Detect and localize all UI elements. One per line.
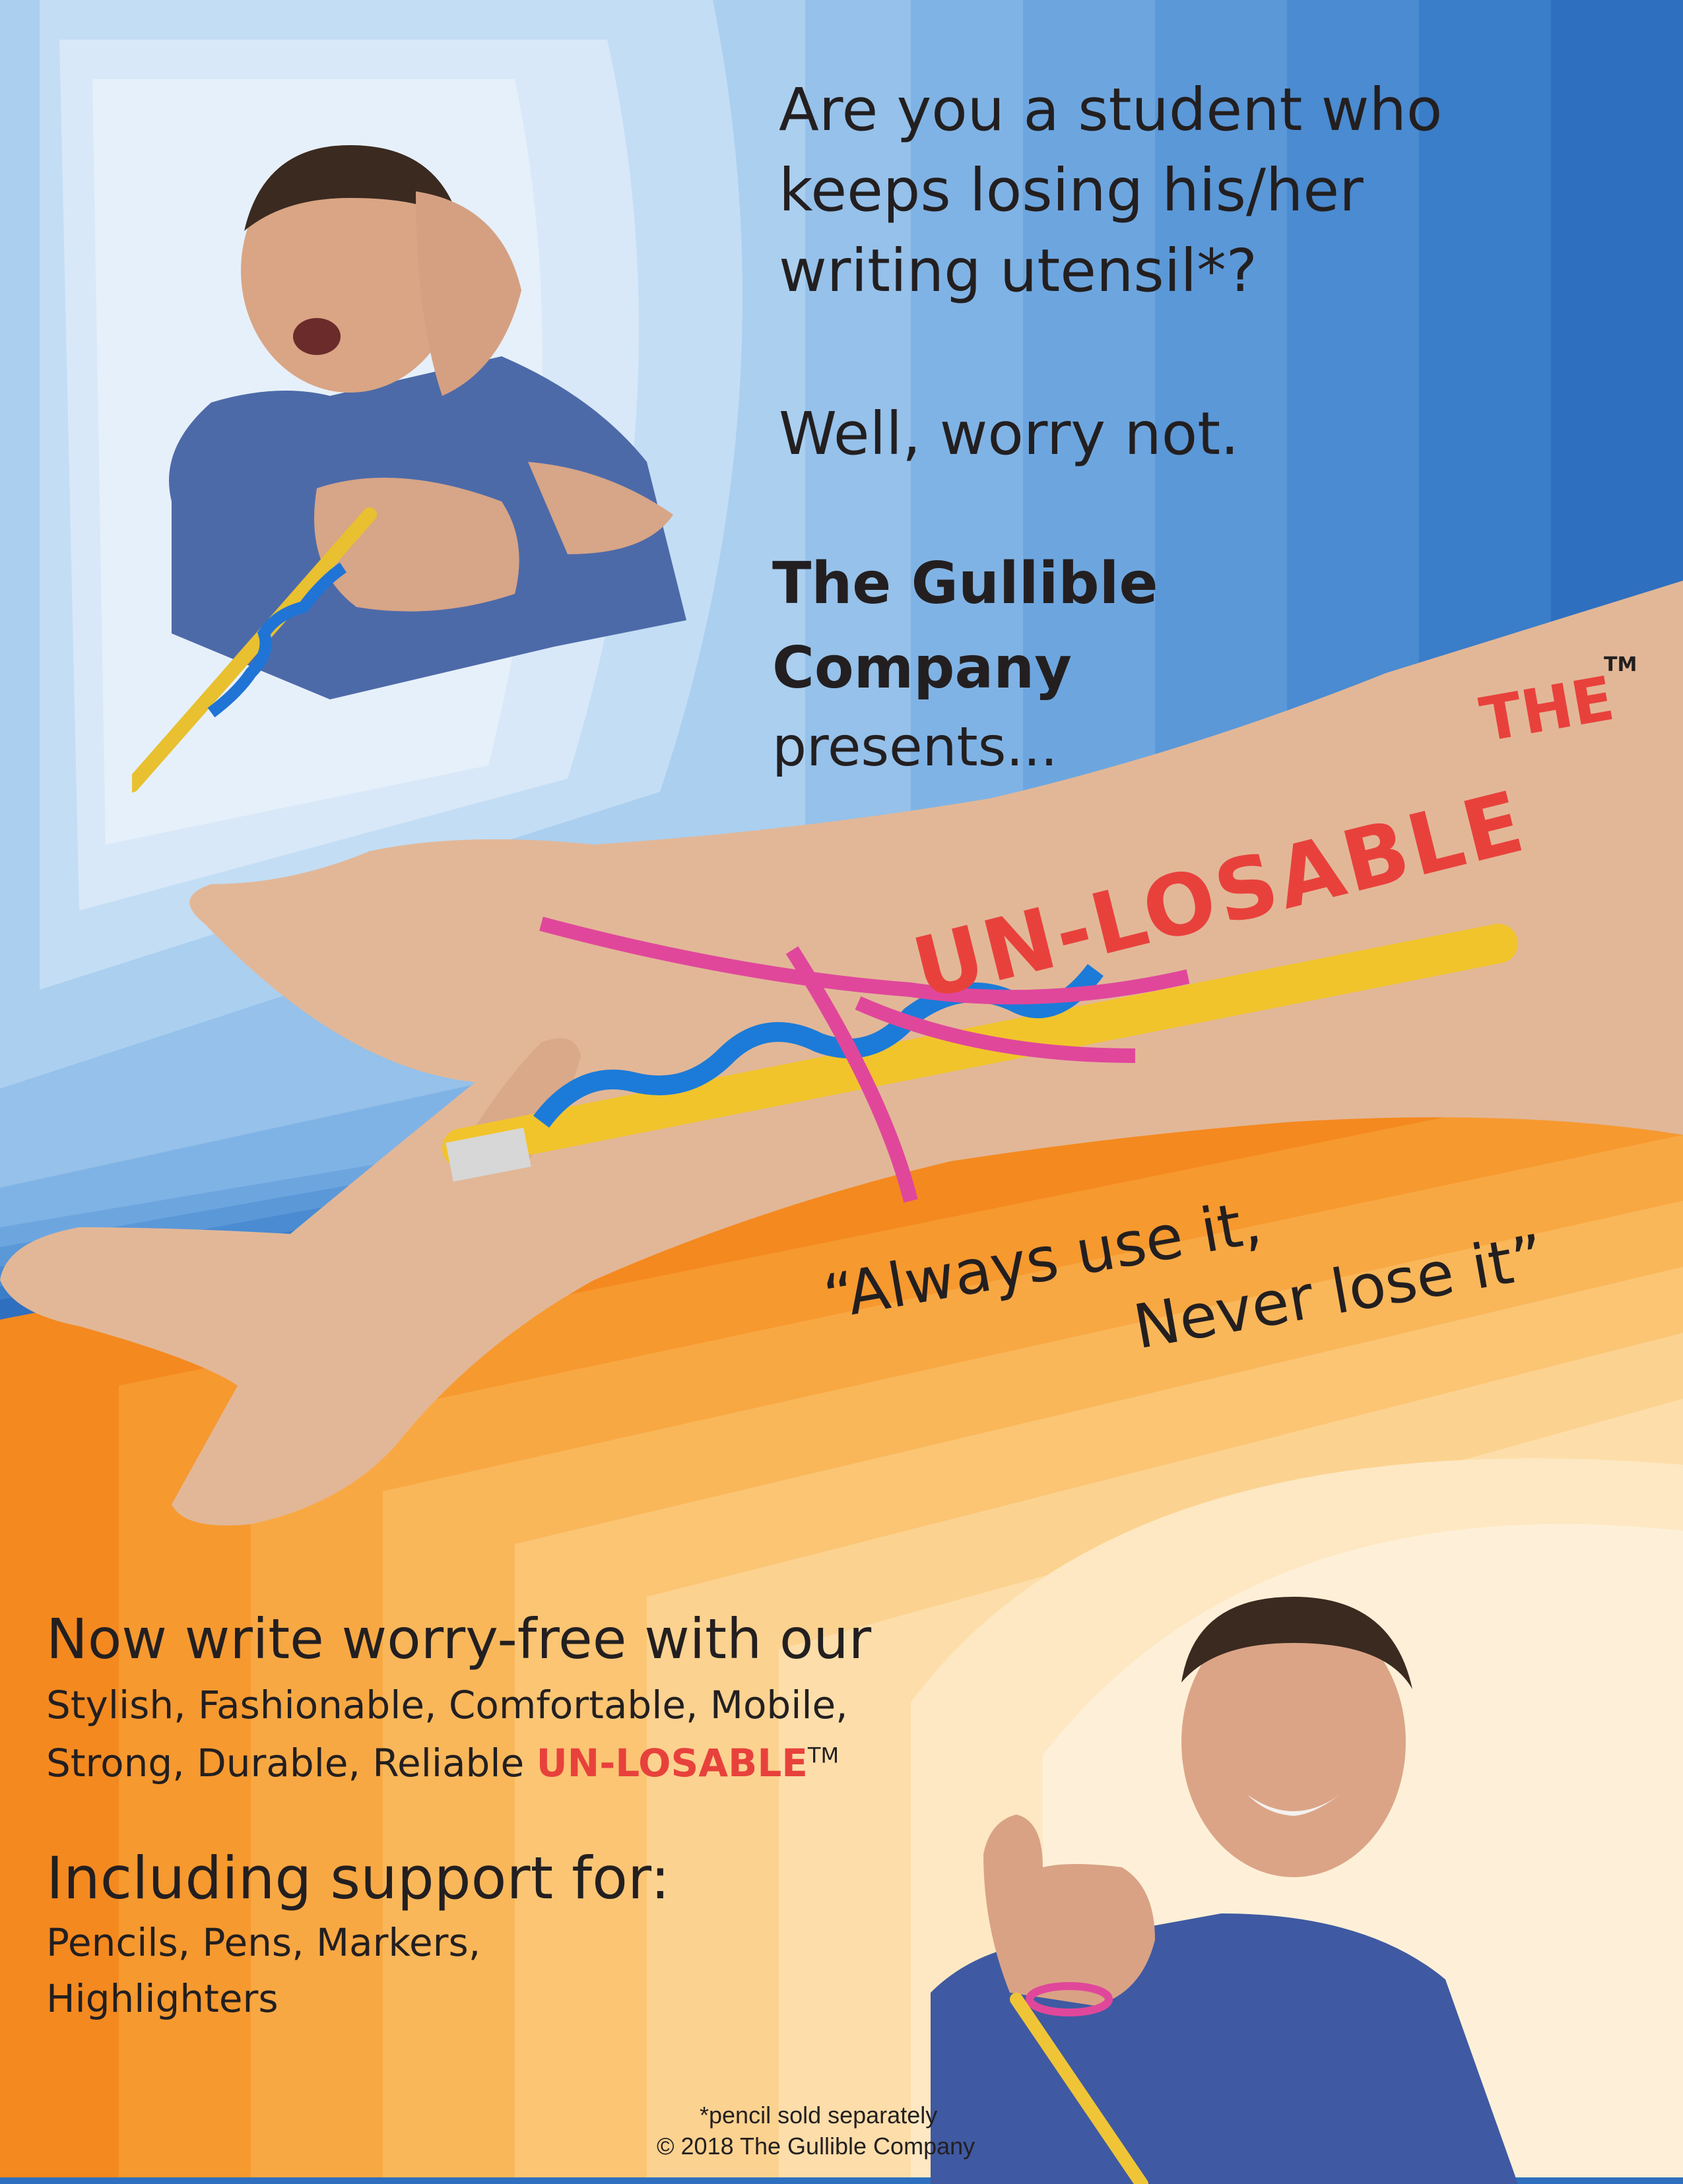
footer-note: *pencil sold separately [700,2102,938,2129]
presents-text: presents... [772,716,1058,779]
features-headline: Now write worry-free with our [46,1607,872,1671]
features-line-2-text: Strong, Durable, Reliable [46,1741,537,1785]
footer-copyright: © 2018 The Gullible Company [657,2133,975,2160]
trademark-mark: TM [807,1743,840,1768]
student-thumbs-up-photo [931,1597,1518,2184]
intro-question-line: keeps losing his/her [779,156,1364,224]
intro-question-line: writing utensil*? [779,236,1257,305]
company-name-line: The Gullible [772,550,1158,617]
intro-question: Are you a student who keeps losing his/h… [779,69,1637,311]
company-name: The Gullible Company [772,541,1158,710]
company-name-line: Company [772,634,1072,701]
support-line-1: Pencils, Pens, Markers, [46,1920,481,1965]
support-line-2: Highlighters [46,1976,279,2021]
intro-question-line: Are you a student who [779,75,1443,144]
features-line-1: Stylish, Fashionable, Comfortable, Mobil… [46,1683,848,1727]
support-headline: Including support for: [46,1844,671,1912]
intro-reassure: Well, worry not. [779,399,1239,468]
features-line-2: Strong, Durable, Reliable UN-LOSABLETM [46,1741,839,1785]
brand-name-inline: UN-LOSABLE [536,1741,808,1785]
product-tm: TM [1604,653,1637,676]
